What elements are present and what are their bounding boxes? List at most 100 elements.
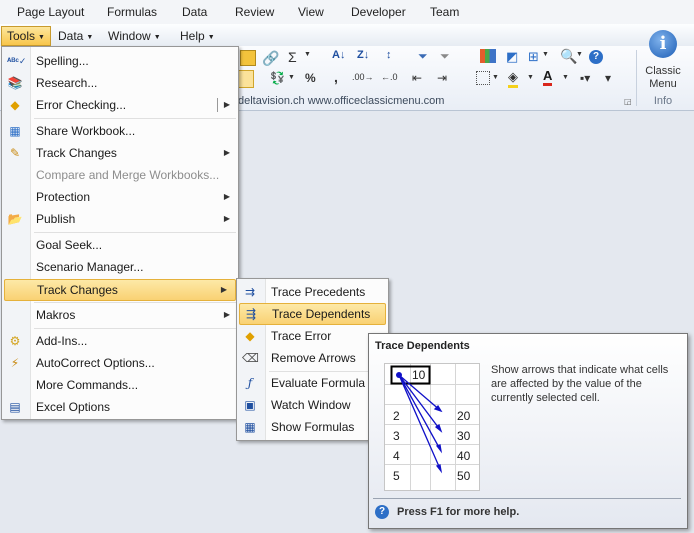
info-group-label: Info <box>653 95 673 107</box>
menu-item-label: Share Workbook... <box>36 124 136 138</box>
menu-item-trace-precedents[interactable]: ⇉ Trace Precedents <box>237 281 388 303</box>
trace-dependents-tooltip: Trace Dependents 10 2 20 3 30 4 40 5 50 … <box>368 333 688 529</box>
menu-item-label: More Commands... <box>36 378 139 392</box>
paste-icon[interactable] <box>240 50 256 66</box>
menu-item-watch-window[interactable]: ▣ Watch Window <box>237 394 388 416</box>
menu-data[interactable]: Data ▼ <box>53 27 98 45</box>
share-workbook-icon: ▦ <box>9 124 21 138</box>
sort-descending-icon[interactable]: Z↓ <box>357 49 369 61</box>
drawing-icon[interactable]: ◩ <box>506 49 518 65</box>
chevron-down-icon[interactable]: ▼ <box>576 51 583 58</box>
menu-tools[interactable]: Tools ▼ <box>1 26 51 46</box>
menu-item-label: Goal Seek... <box>36 238 103 252</box>
menu-item-label: Trace Error <box>271 329 332 343</box>
dialog-launcher-icon[interactable]: ◲ <box>624 97 632 106</box>
decrease-decimal-icon[interactable]: ←.0 <box>381 72 398 82</box>
menu-window-label: Window <box>108 29 151 43</box>
menu-item-share-workbook[interactable]: ▦ Share Workbook... <box>2 120 238 142</box>
chevron-down-icon[interactable]: ▼ <box>527 74 534 81</box>
help-icon[interactable]: ? <box>589 50 603 64</box>
chevron-down-icon[interactable]: ▼ <box>562 74 569 81</box>
menu-item-remove-arrows[interactable]: ⌫ Remove Arrows <box>237 347 388 369</box>
sort-ascending-icon[interactable]: A↓ <box>332 49 345 61</box>
menu-item-trace-dependents[interactable]: ⇶ Trace Dependents <box>239 303 386 325</box>
borders-icon[interactable] <box>476 71 490 85</box>
menu-item-autocorrect[interactable]: ⚡ AutoCorrect Options... <box>2 352 238 374</box>
currency-icon[interactable]: 💱 <box>270 71 285 85</box>
menu-item-label: Remove Arrows <box>271 351 356 365</box>
chart-icon[interactable] <box>480 49 496 63</box>
menu-item-more-commands[interactable]: More Commands... <box>2 374 238 396</box>
comma-style-button[interactable]: , <box>334 69 338 85</box>
shapes-icon[interactable]: ⊞ <box>528 49 539 65</box>
ribbon-tab-review[interactable]: Review <box>235 5 274 19</box>
chevron-down-icon[interactable]: ▼ <box>288 74 295 81</box>
menu-item-trace-error[interactable]: ◆ Trace Error <box>237 325 388 347</box>
ribbon-tab-page-layout[interactable]: Page Layout <box>17 5 84 19</box>
filter-icon[interactable]: ⏷ <box>418 49 428 64</box>
menu-item-makros[interactable]: Makros ▶ <box>2 304 238 326</box>
clear-filter-icon[interactable]: ⏷ <box>440 49 450 64</box>
menu-item-research[interactable]: 📚 Research... <box>2 72 238 94</box>
menu-help[interactable]: Help ▼ <box>175 27 220 45</box>
split-divider <box>217 98 218 112</box>
font-color-icon[interactable]: A <box>543 68 553 86</box>
ribbon-tab-team[interactable]: Team <box>430 5 459 19</box>
percent-style-button[interactable]: % <box>305 71 316 85</box>
trace-dependents-icon: ⇶ <box>245 307 257 321</box>
menu-item-label: Track Changes <box>36 146 117 160</box>
menu-item-evaluate-formula[interactable]: ƒ Evaluate Formula <box>237 372 388 394</box>
info-icon[interactable]: i <box>649 30 677 58</box>
menu-item-spelling[interactable]: ᴬᴮᶜ✓ Spelling... <box>2 50 238 72</box>
menu-item-label: Compare and Merge Workbooks... <box>36 168 220 182</box>
menu-item-publish[interactable]: 📂 Publish ▶ <box>2 208 238 230</box>
menu-item-label: Trace Precedents <box>271 285 366 299</box>
menu-separator <box>34 328 236 329</box>
increase-decimal-icon[interactable]: .00→ <box>352 72 374 82</box>
formula-auditing-submenu: ⇉ Trace Precedents ⇶ Trace Dependents ◆ … <box>236 278 389 441</box>
menu-separator <box>34 232 236 233</box>
ribbon-tab-formulas[interactable]: Formulas <box>107 5 157 19</box>
fill-color-icon[interactable]: ◈ <box>508 69 518 88</box>
evaluate-formula-icon: ƒ <box>247 376 253 390</box>
autocorrect-icon: ⚡ <box>10 356 20 370</box>
menu-item-goal-seek[interactable]: Goal Seek... <box>2 234 238 256</box>
chevron-down-icon[interactable]: ▼ <box>542 51 549 58</box>
menu-item-formula-auditing[interactable]: Track Changes ▶ <box>4 279 236 301</box>
format-painter-icon[interactable] <box>238 70 254 88</box>
zoom-icon[interactable]: 🔍 <box>560 48 577 65</box>
ribbon-tab-data[interactable]: Data <box>182 5 207 19</box>
submenu-arrow-icon: ▶ <box>223 192 230 201</box>
chevron-down-icon: ▼ <box>153 34 161 41</box>
ribbon-tab-developer[interactable]: Developer <box>351 5 406 19</box>
toolbar-options-icon[interactable]: ▾ <box>605 71 611 85</box>
menu-item-add-ins[interactable]: ⚙ Add-Ins... <box>2 330 238 352</box>
ribbon-tab-view[interactable]: View <box>298 5 324 19</box>
remove-arrows-icon: ⌫ <box>242 351 259 365</box>
menu-item-label: Error Checking... <box>36 98 127 112</box>
toolbar-more-icon[interactable]: ▪▾ <box>580 71 590 85</box>
hyperlink-icon[interactable]: 🔗 <box>262 50 279 67</box>
chevron-down-icon[interactable]: ▼ <box>304 51 311 58</box>
decrease-indent-icon[interactable]: ⇤ <box>412 71 422 85</box>
sort-icon[interactable]: ↕ <box>386 49 392 61</box>
classic-menu-button[interactable]: Classic Menu <box>640 65 686 91</box>
menu-item-show-formulas[interactable]: ▦ Show Formulas <box>237 416 388 438</box>
autosum-button[interactable]: Σ <box>288 49 297 65</box>
show-formulas-icon: ▦ <box>244 420 256 434</box>
tooltip-title: Trace Dependents <box>375 340 470 352</box>
menu-item-scenario-manager[interactable]: Scenario Manager... <box>2 256 238 278</box>
classic-menu-bar: Tools ▼ Data ▼ Window ▼ Help ▼ <box>0 24 694 46</box>
menu-item-track-changes[interactable]: ✎ Track Changes ▶ <box>2 142 238 164</box>
menu-item-error-checking[interactable]: ◆ Error Checking... ▶ <box>2 94 238 116</box>
submenu-arrow-icon: ▶ <box>223 148 230 157</box>
tooltip-divider <box>373 498 681 499</box>
menu-window[interactable]: Window ▼ <box>103 27 166 45</box>
menu-item-label: Makros <box>36 308 76 322</box>
menu-item-protection[interactable]: Protection ▶ <box>2 186 238 208</box>
submenu-arrow-icon: ▶ <box>223 100 230 109</box>
menu-item-excel-options[interactable]: ▤ Excel Options <box>2 396 238 418</box>
increase-indent-icon[interactable]: ⇥ <box>437 71 447 85</box>
chevron-down-icon[interactable]: ▼ <box>492 74 499 81</box>
menu-item-label: Spelling... <box>36 54 89 68</box>
